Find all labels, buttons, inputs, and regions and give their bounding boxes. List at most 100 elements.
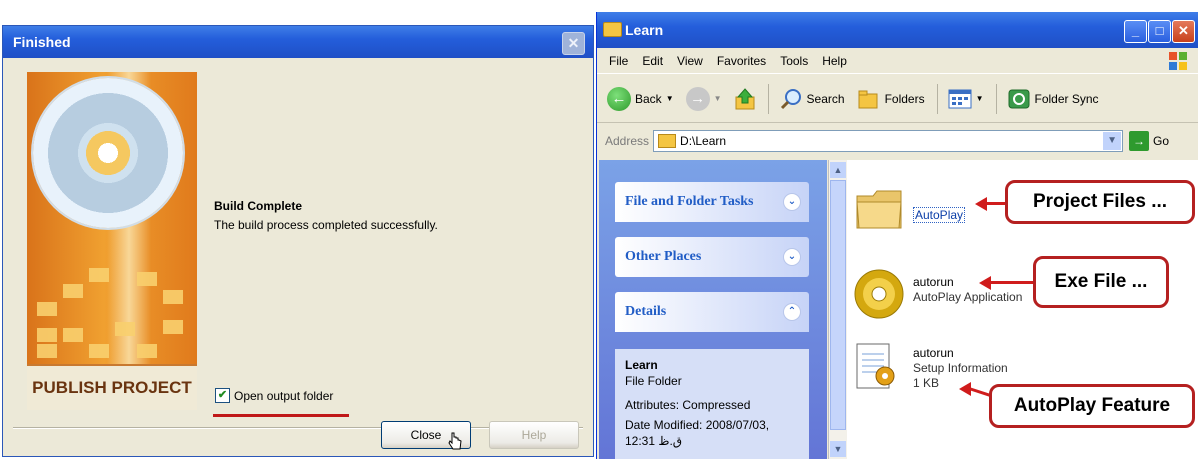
go-arrow-icon[interactable]: → bbox=[1129, 131, 1150, 151]
autoplay-disc-icon[interactable] bbox=[853, 268, 905, 320]
banner-block bbox=[37, 328, 57, 342]
file-folder-tasks-label: File and Folder Tasks bbox=[625, 194, 754, 209]
publish-project-banner: PUBLISH PROJECT bbox=[27, 72, 197, 410]
forward-arrow-icon: → bbox=[685, 86, 710, 111]
banner-block bbox=[89, 268, 109, 282]
up-folder-icon bbox=[735, 87, 755, 109]
search-label: Search bbox=[806, 91, 845, 106]
banner-label: PUBLISH PROJECT bbox=[27, 364, 197, 410]
maximize-icon[interactable]: □ bbox=[1148, 20, 1171, 43]
open-output-folder-option[interactable]: ✔ Open output folder bbox=[215, 388, 333, 403]
banner-block bbox=[115, 322, 135, 336]
file-name[interactable]: autorun bbox=[913, 346, 1008, 361]
banner-block bbox=[137, 272, 157, 286]
banner-block bbox=[37, 344, 57, 358]
go-button[interactable]: Go bbox=[1153, 134, 1169, 148]
search-button[interactable]: Search bbox=[779, 87, 845, 111]
address-bar: Address D:\Learn ▼ → Go bbox=[597, 126, 1198, 156]
window-title: Learn bbox=[625, 22, 664, 38]
address-label: Address bbox=[605, 134, 650, 148]
file-type: Setup Information bbox=[913, 361, 1008, 375]
details-panel: Learn File Folder Attributes: Compressed… bbox=[615, 349, 809, 459]
dialog-title: Finished bbox=[13, 34, 71, 50]
file-folder-tasks-header[interactable]: File and Folder Tasks ⌄ bbox=[615, 182, 809, 222]
file-item-autoplay[interactable]: AutoPlay bbox=[913, 207, 966, 223]
views-button[interactable]: ▼ bbox=[948, 88, 984, 110]
banner-block bbox=[63, 328, 83, 342]
address-dropdown-icon[interactable]: ▼ bbox=[1103, 132, 1122, 150]
callout-exe-file: Exe File ... bbox=[1033, 256, 1169, 308]
up-folder-button[interactable] bbox=[734, 87, 756, 111]
folder-sync-icon bbox=[1008, 89, 1029, 108]
toolbar-separator bbox=[936, 83, 938, 114]
minimize-icon[interactable]: _ bbox=[1124, 20, 1147, 43]
menu-bar: File Edit View Favorites Tools Help bbox=[597, 48, 1198, 74]
menu-favorites[interactable]: Favorites bbox=[717, 54, 766, 68]
scroll-up-icon[interactable]: ▲ bbox=[830, 162, 846, 178]
address-input[interactable]: D:\Learn ▼ bbox=[653, 130, 1124, 152]
folder-icon bbox=[603, 22, 622, 37]
views-dropdown-icon[interactable]: ▼ bbox=[976, 94, 984, 103]
menu-help[interactable]: Help bbox=[822, 54, 847, 68]
vertical-scrollbar[interactable]: ▲ ▼ bbox=[828, 160, 847, 459]
scroll-thumb[interactable] bbox=[830, 180, 846, 430]
callout-arrow-line bbox=[989, 281, 1035, 284]
back-label: Back bbox=[635, 91, 662, 106]
other-places-header[interactable]: Other Places ⌄ bbox=[615, 237, 809, 277]
file-name[interactable]: AutoPlay bbox=[913, 207, 966, 223]
forward-button[interactable]: → ▼ bbox=[685, 86, 722, 111]
menu-view[interactable]: View bbox=[677, 54, 703, 68]
details-header[interactable]: Details ⌃ bbox=[615, 292, 809, 332]
expand-chevron-icon[interactable]: ⌄ bbox=[783, 193, 801, 211]
dialog-close-icon[interactable]: ✕ bbox=[562, 32, 585, 55]
back-button[interactable]: ← Back ▼ bbox=[607, 86, 674, 111]
search-icon bbox=[780, 88, 801, 109]
finished-dialog: Finished ✕ PUBLISH PROJECT Build Complet… bbox=[2, 25, 594, 457]
windows-logo-icon bbox=[1169, 52, 1187, 70]
banner-block bbox=[37, 302, 57, 316]
cd-disc-icon bbox=[33, 78, 183, 228]
details-name: Learn bbox=[625, 358, 658, 372]
file-list: AutoPlay autorun AutoPlay Application au… bbox=[847, 160, 1198, 459]
help-button[interactable]: Help bbox=[489, 421, 579, 449]
file-type: AutoPlay Application bbox=[913, 290, 1023, 304]
details-type: File Folder bbox=[625, 374, 682, 388]
build-complete-heading: Build Complete bbox=[214, 199, 303, 213]
banner-block bbox=[163, 290, 183, 304]
explorer-window: Learn _ □ ✕ File Edit View Favorites Too… bbox=[596, 12, 1198, 459]
explorer-titlebar: Learn _ □ ✕ bbox=[597, 12, 1198, 48]
banner-block bbox=[137, 344, 157, 358]
details-label: Details bbox=[625, 304, 667, 319]
build-complete-message: The build process completed successfully… bbox=[214, 218, 438, 232]
open-output-folder-label[interactable]: Open output folder bbox=[234, 389, 333, 403]
banner-block bbox=[63, 284, 83, 298]
menu-edit[interactable]: Edit bbox=[642, 54, 663, 68]
task-pane: File and Folder Tasks ⌄ Other Places ⌄ D… bbox=[599, 160, 827, 459]
dialog-titlebar: Finished ✕ bbox=[3, 26, 593, 58]
toolbar-separator bbox=[995, 83, 997, 114]
folders-label: Folders bbox=[884, 91, 925, 106]
folder-sync-button[interactable]: Folder Sync bbox=[1007, 87, 1099, 111]
details-modified: Date Modified: 2008/07/03, 12:31 ق.ظ bbox=[625, 418, 770, 448]
hand-cursor-icon bbox=[448, 432, 462, 450]
address-path[interactable]: D:\Learn bbox=[680, 134, 726, 148]
folder-icon[interactable] bbox=[855, 188, 905, 232]
expand-chevron-icon[interactable]: ⌄ bbox=[783, 248, 801, 266]
forward-dropdown-icon[interactable]: ▼ bbox=[714, 94, 722, 103]
callout-arrow-line bbox=[985, 202, 1007, 205]
scroll-down-icon[interactable]: ▼ bbox=[830, 441, 846, 457]
menu-file[interactable]: File bbox=[609, 54, 628, 68]
back-dropdown-icon[interactable]: ▼ bbox=[666, 94, 674, 103]
back-arrow-icon: ← bbox=[607, 86, 631, 111]
address-folder-icon bbox=[658, 134, 677, 148]
setup-information-icon[interactable] bbox=[853, 340, 903, 394]
collapse-chevron-icon[interactable]: ⌃ bbox=[783, 303, 801, 321]
other-places-label: Other Places bbox=[625, 249, 702, 264]
file-item-autorun-exe[interactable]: autorun AutoPlay Application bbox=[913, 275, 1022, 305]
details-attributes: Attributes: Compressed bbox=[625, 398, 751, 412]
folders-button[interactable]: Folders bbox=[857, 87, 925, 111]
views-icon bbox=[948, 89, 972, 108]
close-icon[interactable]: ✕ bbox=[1172, 20, 1195, 43]
menu-tools[interactable]: Tools bbox=[780, 54, 808, 68]
open-output-folder-checkbox[interactable]: ✔ bbox=[215, 388, 230, 403]
